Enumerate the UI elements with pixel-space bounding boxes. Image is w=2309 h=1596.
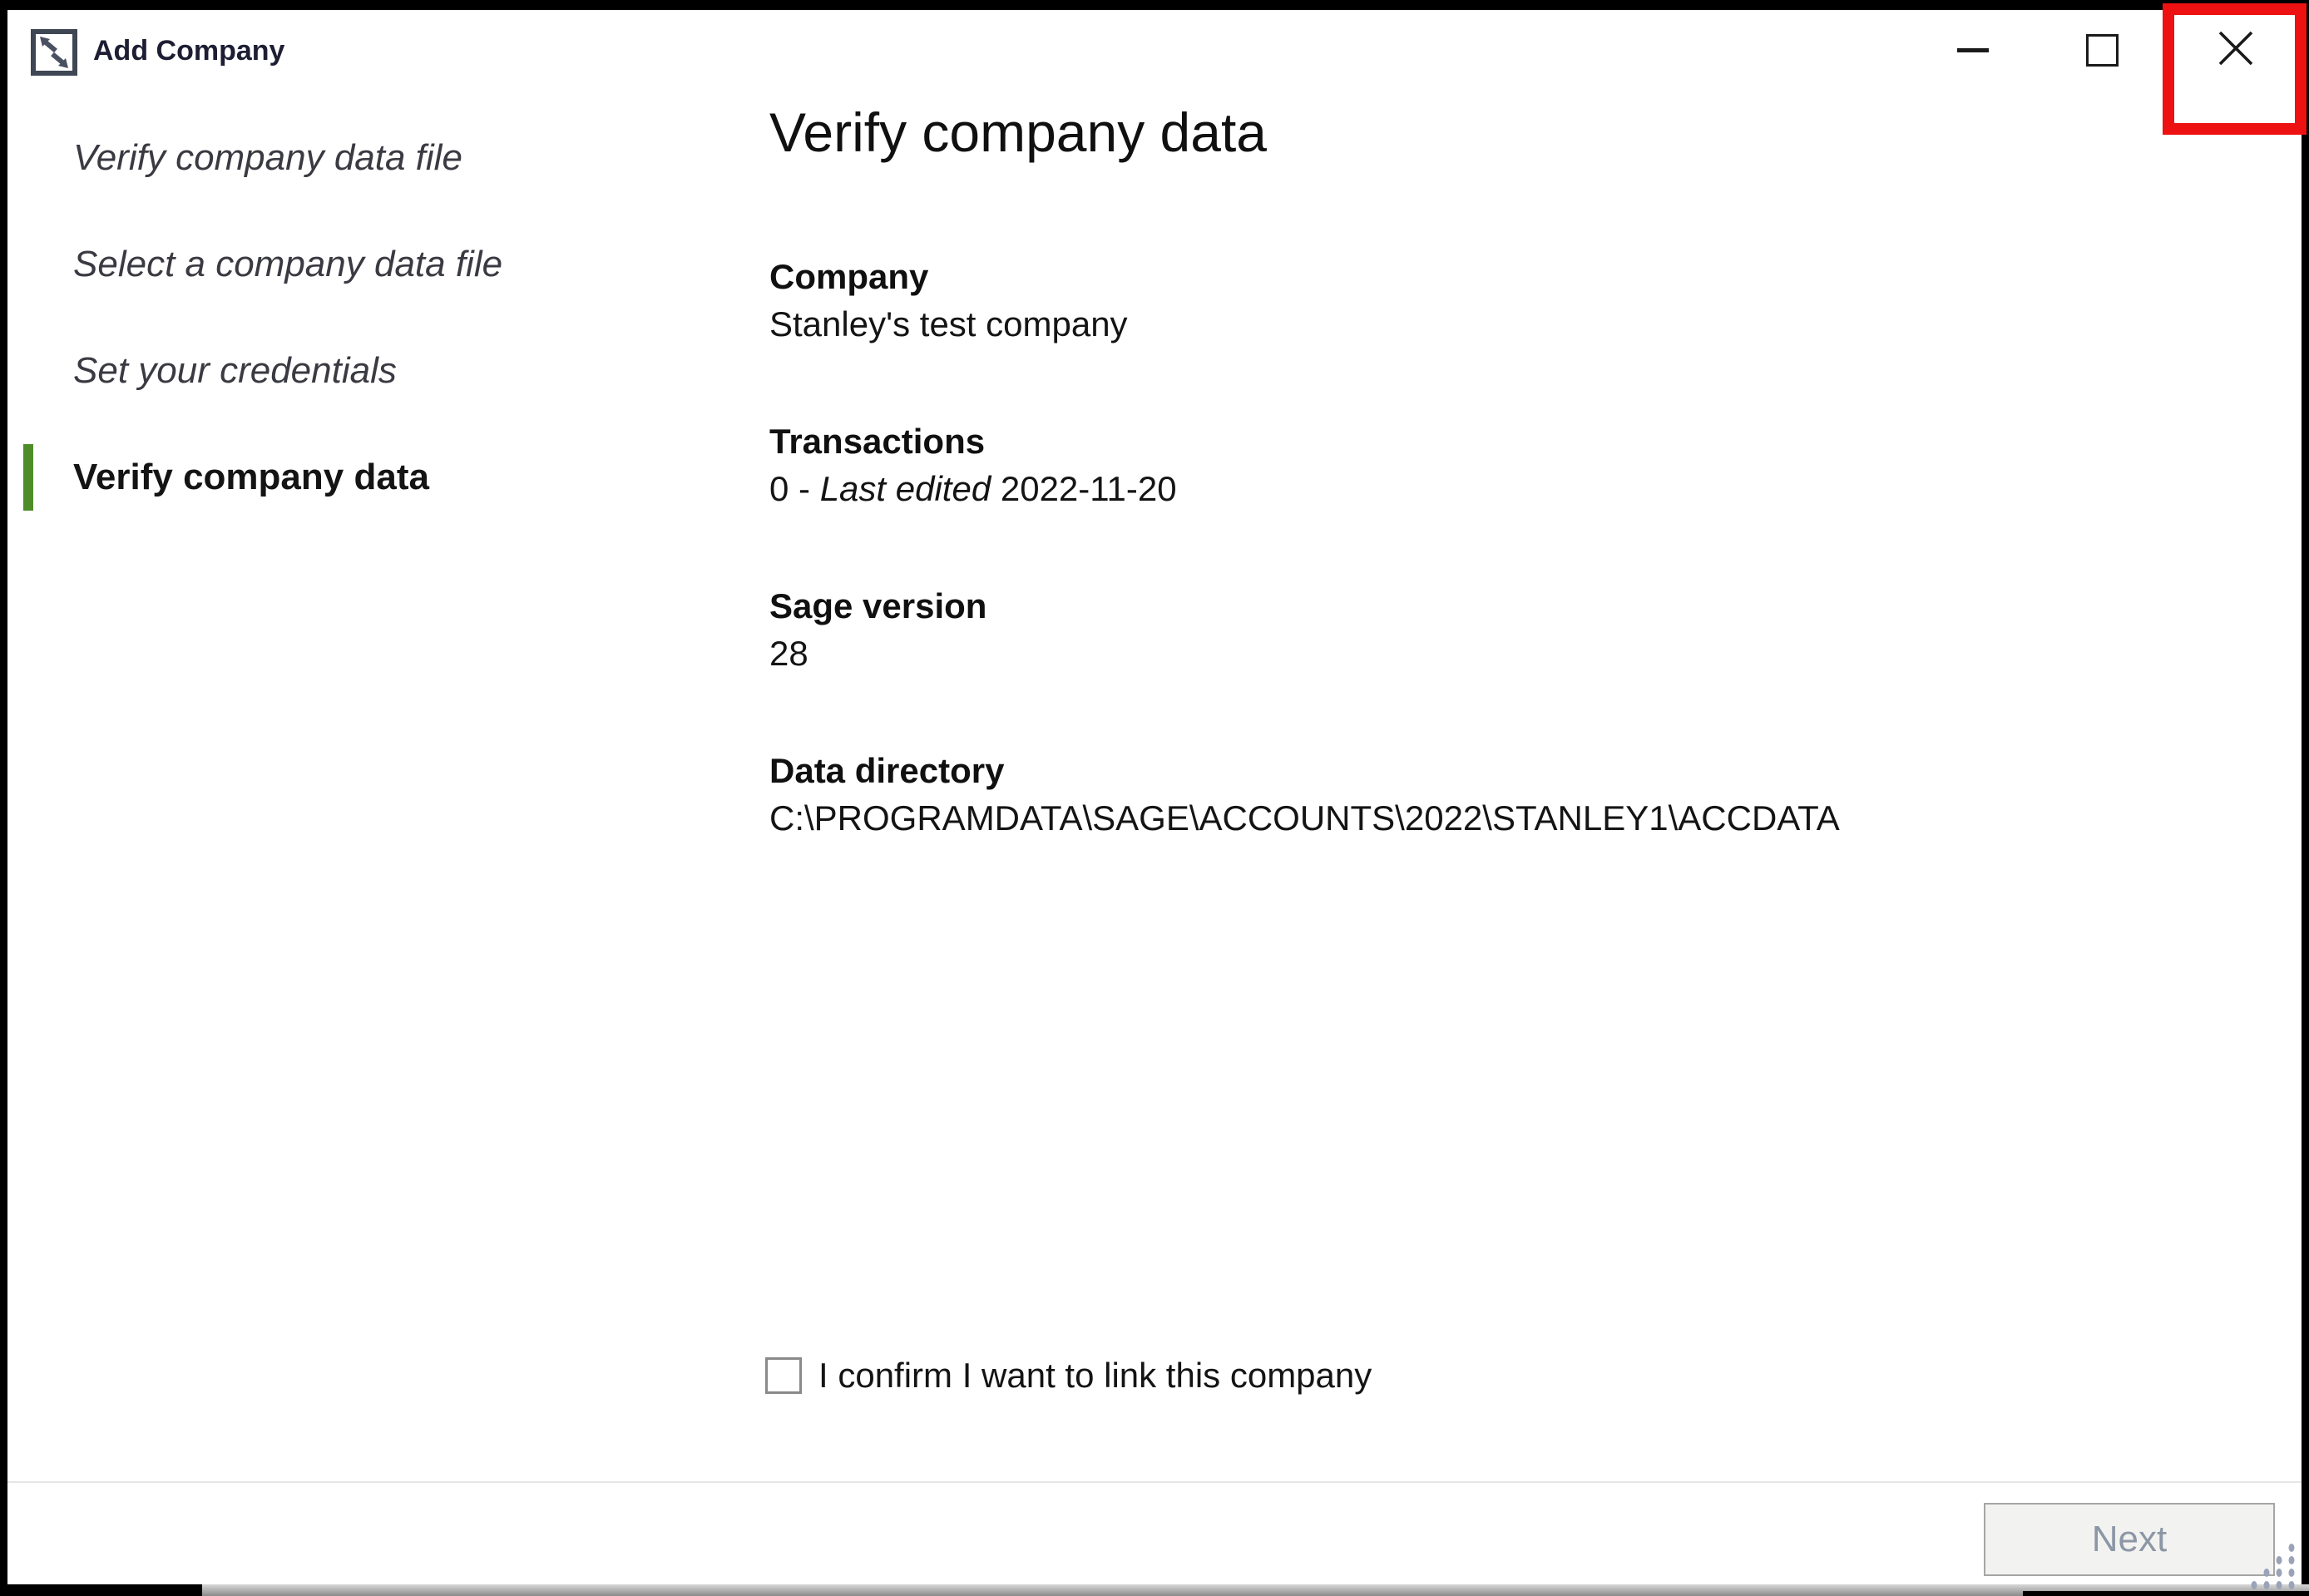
transactions-last-edited-date: 2022-11-20 xyxy=(991,469,1176,508)
company-details: Company Stanley's test company Transacti… xyxy=(769,251,2233,840)
window-title: Add Company xyxy=(93,35,284,67)
transactions-label: Transactions xyxy=(769,416,2233,467)
data-directory-section: Data directory C:\PROGRAMDATA\SAGE\ACCOU… xyxy=(769,745,2233,840)
step-verify-company-data-active[interactable]: Verify company data xyxy=(23,454,606,501)
close-icon xyxy=(2217,29,2255,72)
wizard-steps-sidebar: Verify company data file Select a compan… xyxy=(23,135,606,501)
minimize-button[interactable] xyxy=(1923,10,2023,90)
minimize-icon xyxy=(1957,48,1989,52)
sage-version-label: Sage version xyxy=(769,581,2233,632)
resize-grip-icon[interactable] xyxy=(2247,1539,2299,1591)
window-border-bottom xyxy=(0,1584,2309,1596)
next-button[interactable]: Next xyxy=(1984,1503,2275,1576)
window-border-left xyxy=(0,0,7,1596)
transactions-section: Transactions 0 - Last edited 2022-11-20 xyxy=(769,416,2233,511)
company-section: Company Stanley's test company xyxy=(769,251,2233,346)
add-company-app-icon xyxy=(30,28,78,77)
transactions-value: 0 - Last edited 2022-11-20 xyxy=(769,467,2233,511)
confirm-checkbox-label: I confirm I want to link this company xyxy=(818,1356,1372,1396)
window-border-bottom-right-segment xyxy=(2023,1591,2309,1596)
sage-version-section: Sage version 28 xyxy=(769,581,2233,675)
window-border-right xyxy=(2302,0,2309,1596)
step-set-your-credentials[interactable]: Set your credentials xyxy=(23,348,606,394)
company-label: Company xyxy=(769,251,2233,303)
step-verify-company-data-file[interactable]: Verify company data file xyxy=(23,135,606,181)
step-select-a-company-data-file[interactable]: Select a company data file xyxy=(23,241,606,288)
transactions-last-edited-text: Last edited xyxy=(820,469,991,508)
close-button[interactable] xyxy=(2186,10,2286,90)
title-bar: Add Company xyxy=(0,10,2309,101)
maximize-button[interactable] xyxy=(2052,10,2152,90)
page-title: Verify company data xyxy=(769,100,2233,165)
footer-separator xyxy=(7,1481,2302,1483)
transactions-count: 0 - xyxy=(769,469,820,508)
confirm-checkbox[interactable] xyxy=(765,1357,802,1394)
company-value: Stanley's test company xyxy=(769,303,2233,346)
window-border-top xyxy=(0,0,2309,10)
main-content: Verify company data Company Stanley's te… xyxy=(769,100,2233,910)
sage-version-value: 28 xyxy=(769,632,2233,675)
maximize-icon xyxy=(2086,34,2119,67)
data-directory-value: C:\PROGRAMDATA\SAGE\ACCOUNTS\2022\STANLE… xyxy=(769,797,2233,840)
data-directory-label: Data directory xyxy=(769,745,2233,797)
confirm-link-row: I confirm I want to link this company xyxy=(765,1356,1372,1396)
window-border-bottom-left-segment xyxy=(0,1584,202,1596)
